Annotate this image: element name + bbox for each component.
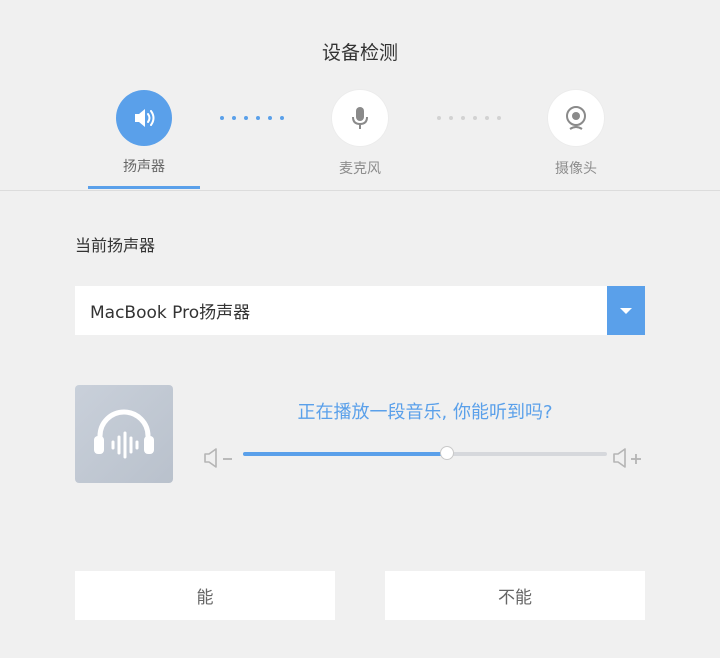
volume-down-icon[interactable] [203,448,235,468]
volume-slider-fill [243,452,447,456]
camera-icon-circle [548,90,604,146]
microphone-icon [352,107,368,129]
current-speaker-label: 当前扬声器 [75,236,156,255]
header-divider [0,190,720,191]
active-tab-indicator [88,186,200,189]
speaker-select[interactable]: MacBook Pro扬声器 [75,286,645,335]
step-connector-1 [220,116,284,120]
cannot-hear-button[interactable]: 不能 [385,571,645,620]
audio-thumbnail [75,385,173,483]
dropdown-button[interactable] [607,286,645,335]
microphone-icon-circle [332,90,388,146]
step-label-speaker: 扬声器 [123,159,165,175]
step-speaker[interactable]: 扬声器 [116,90,172,175]
chevron-down-icon [620,307,632,314]
step-camera[interactable]: 摄像头 [548,90,604,177]
playback-prompt: 正在播放一段音乐, 你能听到吗? [297,402,553,423]
camera-icon [566,106,586,130]
speaker-select-value: MacBook Pro扬声器 [90,303,251,323]
volume-up-icon[interactable] [612,448,644,468]
volume-slider[interactable] [243,446,607,460]
page-title: 设备检测 [321,42,398,64]
step-label-camera: 摄像头 [555,161,597,177]
speaker-icon [135,109,155,127]
speaker-icon-circle [116,90,172,146]
headphones-icon [94,409,154,459]
step-connector-2 [437,116,501,120]
volume-slider-handle[interactable] [439,446,454,460]
step-microphone[interactable]: 麦克风 [332,90,388,177]
step-label-microphone: 麦克风 [339,161,381,177]
can-hear-button[interactable]: 能 [75,571,335,620]
